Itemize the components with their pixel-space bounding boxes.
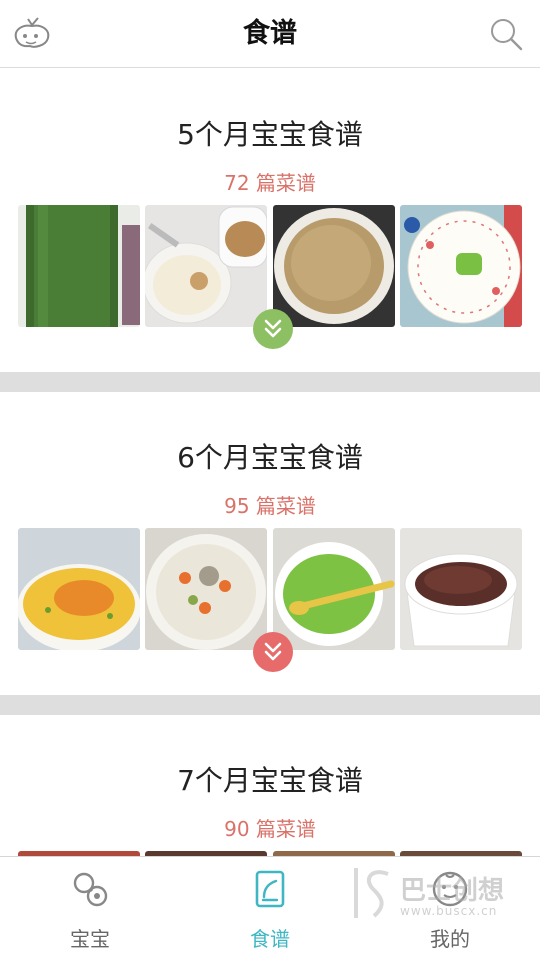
- recipe-thumbnail[interactable]: [399, 205, 522, 327]
- recipe-thumbnail[interactable]: [399, 528, 522, 650]
- section-divider: [0, 695, 540, 715]
- section-title: 5个月宝宝食谱: [177, 118, 363, 151]
- watermark-text: 巴士创想: [400, 876, 505, 906]
- recipe-count[interactable]: 90 篇菜谱: [0, 807, 540, 851]
- recipe-count[interactable]: 72 篇菜谱: [0, 161, 540, 205]
- tab-label: 食谱: [250, 927, 290, 951]
- recipe-thumbnail[interactable]: [18, 528, 140, 650]
- recipe-list[interactable]: 5个月宝宝食谱 72 篇菜谱 6个月宝宝食谱 95 篇菜谱 7个月宝宝食谱 90…: [0, 69, 540, 856]
- page-title: 食谱: [243, 18, 297, 49]
- watermark-url: www.buscx.cn: [400, 904, 498, 918]
- watermark-logo-icon: [354, 868, 389, 918]
- recipe-section-6-months[interactable]: 6个月宝宝食谱 95 篇菜谱: [0, 392, 540, 695]
- section-title: 6个月宝宝食谱: [177, 441, 363, 474]
- expand-button[interactable]: [253, 632, 293, 672]
- recipe-count[interactable]: 95 篇菜谱: [0, 484, 540, 528]
- recipe-thumbnail[interactable]: [18, 205, 140, 327]
- tab-recipes[interactable]: 食谱: [180, 857, 360, 960]
- top-bar: 食谱: [0, 0, 540, 68]
- search-icon[interactable]: [488, 16, 524, 52]
- watermark: 巴士创想 www.buscx.cn: [348, 864, 530, 922]
- thumbnail-row: [18, 205, 522, 349]
- recipe-section-5-months[interactable]: 5个月宝宝食谱 72 篇菜谱: [0, 69, 540, 372]
- tab-label: 我的: [430, 927, 470, 951]
- section-title: 7个月宝宝食谱: [177, 764, 363, 797]
- recipe-book-icon: [255, 870, 285, 908]
- expand-button[interactable]: [253, 309, 293, 349]
- tab-baby[interactable]: 宝宝: [0, 857, 180, 960]
- pacifier-icon: [73, 872, 108, 907]
- recipe-thumbnail[interactable]: [145, 528, 268, 650]
- tab-label: 宝宝: [70, 927, 110, 951]
- recipe-section-7-months[interactable]: 7个月宝宝食谱 90 篇菜谱: [0, 715, 540, 856]
- section-divider: [0, 372, 540, 392]
- thumbnail-row: [18, 528, 522, 672]
- recipe-thumbnail[interactable]: [145, 205, 268, 327]
